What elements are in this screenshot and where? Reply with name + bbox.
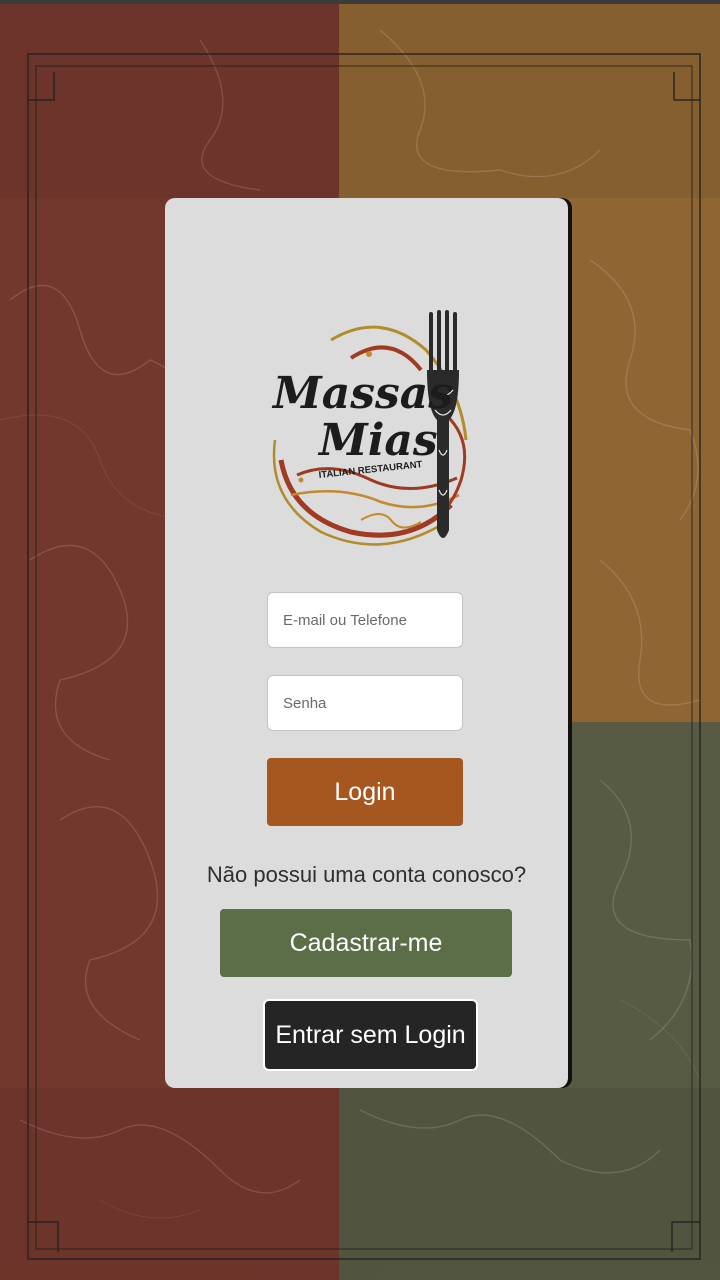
restaurant-logo: Massas Mias ITALIAN RESTAURANT — [271, 310, 468, 546]
svg-text:Mias: Mias — [317, 415, 438, 466]
top-edge-bar — [0, 0, 720, 4]
signup-button[interactable]: Cadastrar-me — [220, 909, 512, 977]
password-input[interactable] — [267, 675, 463, 731]
email-input[interactable] — [267, 592, 463, 648]
login-card: Massas Mias ITALIAN RESTAURANT Login Não… — [165, 198, 568, 1088]
guest-login-button[interactable]: Entrar sem Login — [263, 999, 478, 1071]
svg-text:Massas: Massas — [271, 368, 453, 419]
signup-question: Não possui uma conta conosco? — [206, 862, 527, 887]
login-button[interactable]: Login — [267, 758, 463, 826]
